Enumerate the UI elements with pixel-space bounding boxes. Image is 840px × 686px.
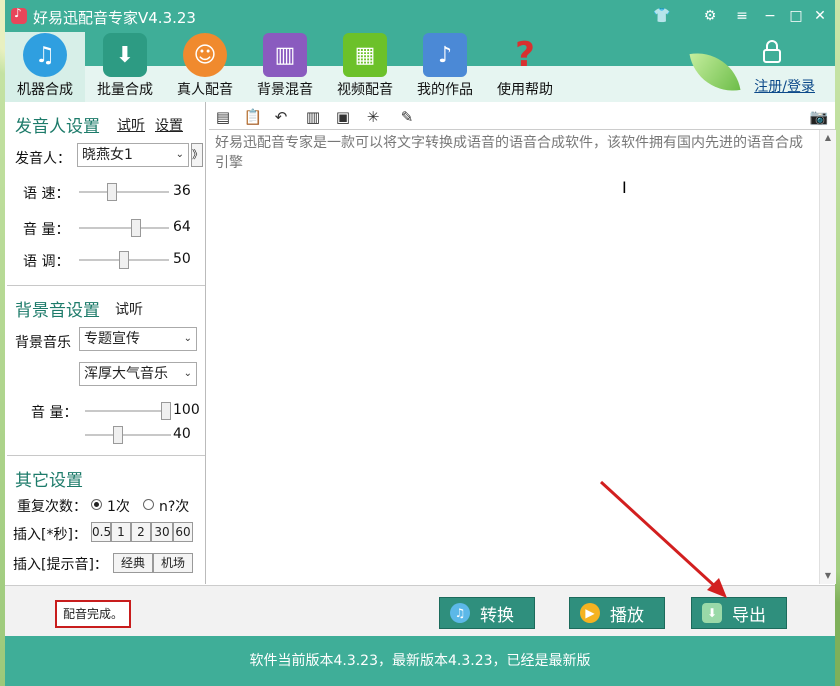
bgm-volume2-slider[interactable] — [85, 426, 171, 444]
bgm-volume-value: 100 — [173, 402, 200, 418]
repeat-label: 重复次数： — [17, 499, 87, 515]
close-icon[interactable]: ✕ — [807, 4, 833, 28]
new-document-icon[interactable]: ▤ — [213, 107, 233, 127]
leaf-decoration — [689, 46, 741, 98]
editor-text: 好易迅配音专家是一款可以将文字转换成语音的语音合成软件，该软件拥有国内先进的语音… — [215, 135, 803, 171]
volume-value: 64 — [173, 219, 191, 235]
insert-1-button[interactable]: 1 — [111, 522, 131, 542]
main-toolbar: ♫ 机器合成 ⬇ 批量合成 ☺ 真人配音 ▥ 背景混音 ▦ 视频配音 ♪ 我的作… — [5, 32, 835, 102]
equalizer-icon: ▥ — [263, 33, 307, 77]
export-file-icon: ⬇ — [702, 603, 722, 623]
editor-toolbar: ▤ 📋 ↶ ▥ ▣ ✳ ✎ 📷 — [209, 105, 835, 130]
insert-tone-label: 插入[提示音]： — [13, 557, 108, 573]
insert-30-button[interactable]: 30 — [151, 522, 173, 542]
red-arrow-annotation — [599, 480, 727, 598]
tone-classic-button[interactable]: 经典 — [113, 553, 153, 573]
bgm-music-label: 背景音乐 — [15, 335, 71, 351]
repeat-once-radio[interactable] — [91, 499, 102, 510]
tool-batch-synthesis[interactable]: ⬇ 批量合成 — [85, 32, 165, 102]
login-register-link[interactable]: 注册/登录 — [754, 76, 815, 96]
music-folder-icon: ♪ — [423, 33, 467, 77]
editor-scrollbar[interactable]: ▲ ▼ — [819, 130, 836, 584]
tool-machine-synthesis[interactable]: ♫ 机器合成 — [5, 32, 85, 102]
clear-brush-icon[interactable]: ✎ — [397, 107, 417, 127]
tool-my-works[interactable]: ♪ 我的作品 — [405, 32, 485, 102]
text-cursor-icon: I — [622, 178, 627, 197]
repeat-once-label: 1次 — [107, 499, 130, 515]
bgm-volume-label: 音 量： — [31, 405, 78, 421]
speaker-settings-link[interactable]: 设置 — [155, 115, 183, 135]
tool-help[interactable]: ? 使用帮助 — [485, 32, 565, 102]
convert-button[interactable]: ♫ 转换 — [439, 597, 535, 629]
skin-icon[interactable]: 👕 — [649, 4, 675, 28]
action-bar: 配音完成。 ♫ 转换 ▶ 播放 ⬇ 导出 — [5, 480, 835, 636]
speaker-label: 发音人： — [15, 151, 71, 167]
insert-60-button[interactable]: 60 — [173, 522, 193, 542]
tool-bg-mix[interactable]: ▥ 背景混音 — [245, 32, 325, 102]
insert-0.5-button[interactable]: 0.5 — [91, 522, 111, 542]
speaker-more-button[interactable]: 》 — [191, 143, 203, 167]
film-icon: ▦ — [343, 33, 387, 77]
status-text: 配音完成。 — [55, 600, 132, 628]
tool-video-dub[interactable]: ▦ 视频配音 — [325, 32, 405, 102]
speaker-settings-title: 发音人设置 — [15, 117, 100, 137]
sparkle-icon[interactable]: ✳ — [363, 107, 383, 127]
repeat-n-radio[interactable] — [143, 499, 154, 510]
divider — [7, 455, 205, 456]
save-icon[interactable]: ▣ — [333, 107, 353, 127]
chevron-down-icon: ⌄ — [175, 149, 184, 160]
app-window: 好易迅配音专家V4.3.23 👕 ⚙ ≡ − □ ✕ ♫ 机器合成 ⬇ 批量合成… — [5, 0, 836, 686]
mp3-file-icon: ⬇ — [103, 33, 147, 77]
bgm-listen-link[interactable]: 试听 — [115, 299, 143, 319]
tone-slider[interactable] — [79, 251, 169, 269]
tool-human-voice[interactable]: ☺ 真人配音 — [165, 32, 245, 102]
chevron-down-icon: ⌄ — [183, 333, 192, 344]
maximize-icon[interactable]: □ — [783, 4, 809, 28]
music-note-icon: ♫ — [450, 603, 470, 623]
bgm-settings-title: 背景音设置 — [15, 301, 100, 321]
question-icon: ? — [515, 35, 535, 75]
window-title: 好易迅配音专家V4.3.23 — [33, 9, 196, 27]
scroll-up-icon[interactable]: ▲ — [820, 130, 836, 146]
minimize-icon[interactable]: − — [757, 4, 783, 28]
other-settings-title: 其它设置 — [15, 471, 83, 491]
bgm-category-select[interactable]: 专题宣传 ⌄ — [79, 327, 197, 351]
scroll-down-icon[interactable]: ▼ — [820, 568, 836, 584]
version-footer: 软件当前版本4.3.23，最新版本4.3.23，已经是最新版 — [5, 636, 835, 686]
title-bar: 好易迅配音专家V4.3.23 👕 ⚙ ≡ − □ ✕ — [5, 0, 835, 32]
settings-panel: 发音人设置 试听 设置 发音人： 晓燕女1 ⌄ 》 语 速： 36 音 量： 6… — [7, 102, 206, 584]
paste-icon[interactable]: 📋 — [243, 107, 263, 127]
document-icon[interactable]: ▥ — [303, 107, 323, 127]
music-note-icon: ♫ — [23, 33, 67, 77]
lock-icon — [763, 40, 781, 63]
tone-label: 语 调： — [23, 254, 70, 270]
insert-seconds-label: 插入[*秒]： — [13, 527, 87, 543]
app-logo-icon — [11, 6, 27, 24]
camera-icon[interactable]: 📷 — [809, 107, 829, 127]
insert-2-button[interactable]: 2 — [131, 522, 151, 542]
speed-label: 语 速： — [23, 186, 70, 202]
bgm-track-select[interactable]: 浑厚大气音乐 ⌄ — [79, 362, 197, 386]
bgm-volume2-value: 40 — [173, 426, 191, 442]
speed-slider[interactable] — [79, 183, 169, 201]
divider — [7, 285, 205, 286]
volume-label: 音 量： — [23, 222, 70, 238]
speaker-select[interactable]: 晓燕女1 ⌄ — [77, 143, 189, 167]
play-icon: ▶ — [580, 603, 600, 623]
speed-value: 36 — [173, 183, 191, 199]
repeat-n-label: n?次 — [159, 499, 190, 515]
tone-value: 50 — [173, 251, 191, 267]
person-icon: ☺ — [183, 33, 227, 77]
menu-icon[interactable]: ≡ — [729, 4, 755, 28]
volume-slider[interactable] — [79, 219, 169, 237]
speaker-listen-link[interactable]: 试听 — [117, 115, 145, 135]
version-text: 软件当前版本4.3.23，最新版本4.3.23，已经是最新版 — [249, 653, 591, 669]
chevron-down-icon: ⌄ — [183, 368, 192, 379]
bgm-volume-slider[interactable] — [85, 402, 171, 420]
undo-icon[interactable]: ↶ — [271, 107, 291, 127]
tone-airport-button[interactable]: 机场 — [153, 553, 193, 573]
settings-icon[interactable]: ⚙ — [697, 4, 723, 28]
